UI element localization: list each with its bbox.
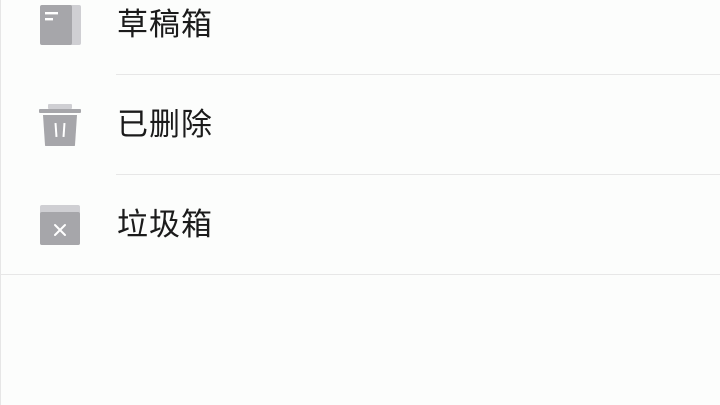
divider: [1, 274, 720, 275]
folder-item-drafts[interactable]: 草稿箱: [1, 0, 720, 75]
folder-label-drafts: 草稿箱: [117, 7, 213, 43]
folder-item-spam[interactable]: 垃圾箱: [1, 175, 720, 275]
draft-icon: [40, 5, 81, 45]
folder-item-deleted[interactable]: 已删除: [1, 75, 720, 175]
trash-icon: [39, 104, 81, 146]
spam-icon: [40, 205, 80, 245]
folder-label-spam: 垃圾箱: [117, 207, 213, 243]
mail-folder-list: 草稿箱 已删除 垃圾箱: [1, 0, 720, 275]
folder-label-deleted: 已删除: [117, 107, 213, 143]
